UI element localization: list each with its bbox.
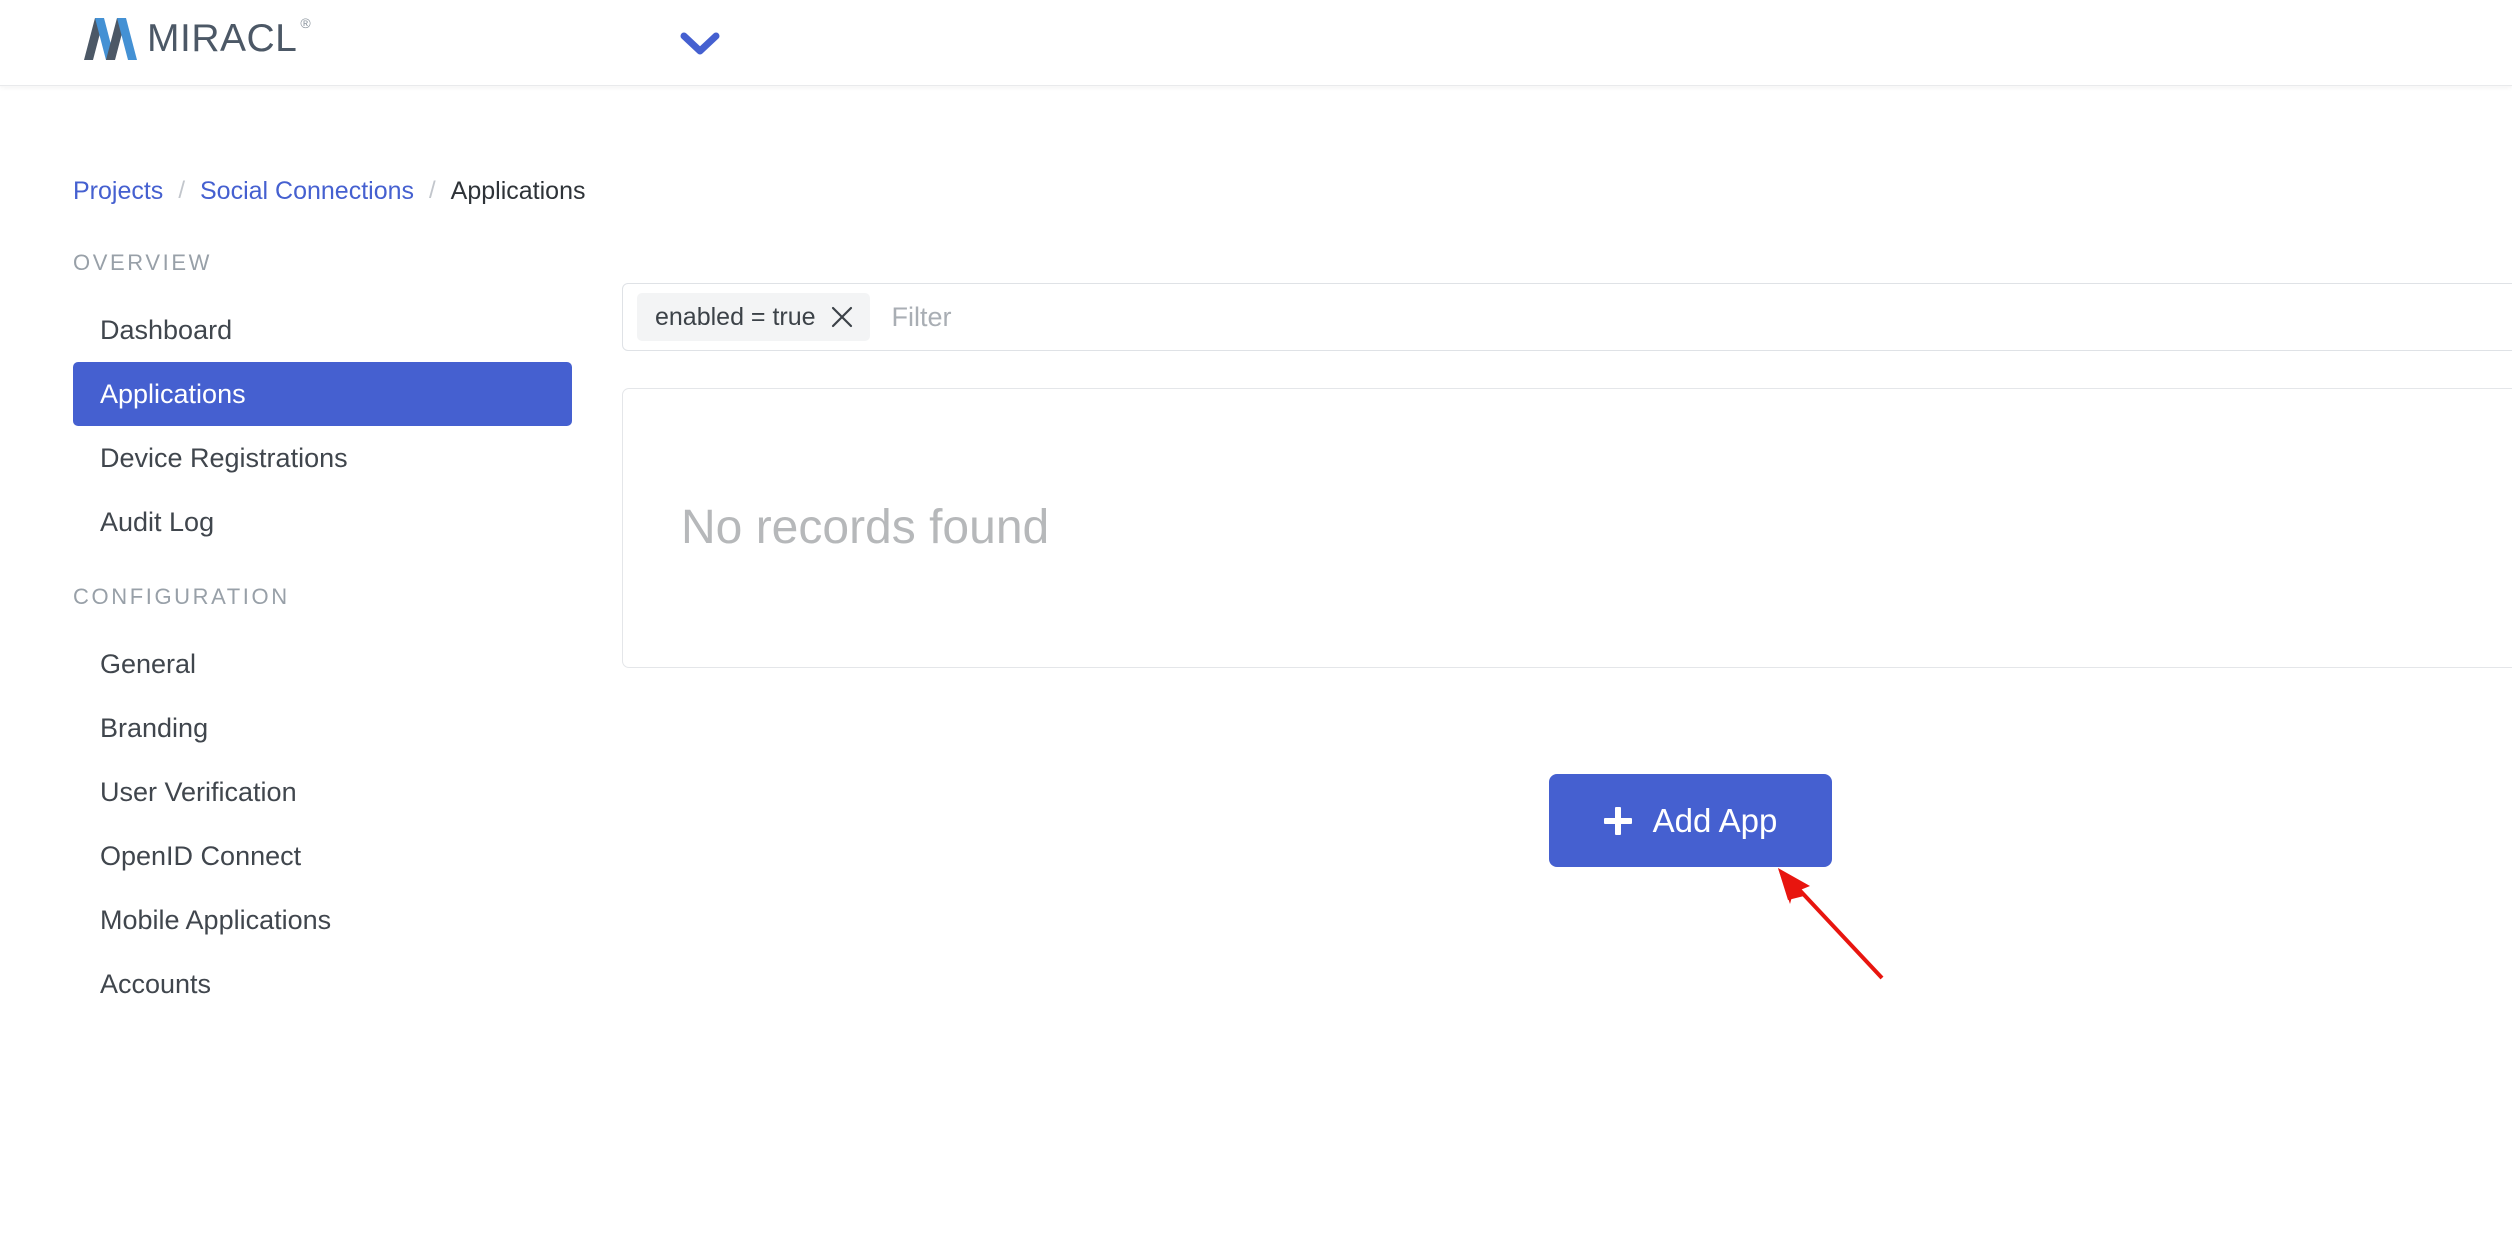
breadcrumb-item-social-connections[interactable]: Social Connections	[200, 176, 414, 206]
sidebar-item-branding[interactable]: Branding	[73, 696, 572, 760]
filter-chip-label: enabled = true	[655, 303, 816, 331]
annotation-arrow-icon	[1778, 868, 1884, 980]
sidebar-item-accounts[interactable]: Accounts	[73, 952, 572, 1016]
records-panel: No records found	[622, 388, 2512, 668]
chevron-down-icon	[680, 32, 720, 55]
sidebar-item-user-verification[interactable]: User Verification	[73, 760, 572, 824]
app-header: MIRACL ®	[0, 0, 2512, 86]
app-page: MIRACL ® Projects / Social Connections /…	[0, 0, 2512, 1249]
sidebar-section-title-configuration: CONFIGURATION	[73, 584, 290, 609]
sidebar-item-dashboard[interactable]: Dashboard	[73, 298, 572, 362]
sidebar-item-mobile-applications[interactable]: Mobile Applications	[73, 888, 572, 952]
add-app-button-label: Add App	[1652, 801, 1778, 839]
brand-logo[interactable]: MIRACL ®	[84, 12, 311, 72]
plus-icon	[1603, 806, 1632, 835]
sidebar-item-audit-log[interactable]: Audit Log	[73, 490, 572, 554]
breadcrumb-separator: /	[429, 177, 436, 204]
miracl-m-logo-icon	[84, 18, 137, 60]
sidebar-item-general[interactable]: General	[73, 632, 572, 696]
breadcrumb-item-applications: Applications	[450, 177, 586, 205]
breadcrumb-separator: /	[178, 177, 185, 204]
empty-state-message: No records found	[681, 501, 1050, 554]
breadcrumb: Projects / Social Connections / Applicat…	[73, 176, 585, 206]
sidebar: OVERVIEW Dashboard Applications Device R…	[0, 250, 600, 1016]
project-dropdown-toggle[interactable]	[664, 22, 736, 66]
sidebar-item-openid-connect[interactable]: OpenID Connect	[73, 824, 572, 888]
brand-name: MIRACL	[147, 17, 298, 60]
sidebar-item-applications[interactable]: Applications	[73, 362, 572, 426]
close-x-icon[interactable]	[830, 305, 854, 329]
filter-input[interactable]	[891, 301, 2512, 333]
sidebar-item-device-registrations[interactable]: Device Registrations	[73, 426, 572, 490]
registered-trademark-icon: ®	[300, 15, 311, 31]
sidebar-section-title-overview: OVERVIEW	[73, 250, 212, 275]
filter-chip-enabled-true: enabled = true	[637, 293, 870, 341]
add-app-button[interactable]: Add App	[1549, 774, 1832, 867]
filter-bar[interactable]: enabled = true	[622, 283, 2512, 351]
breadcrumb-item-projects[interactable]: Projects	[73, 176, 163, 206]
